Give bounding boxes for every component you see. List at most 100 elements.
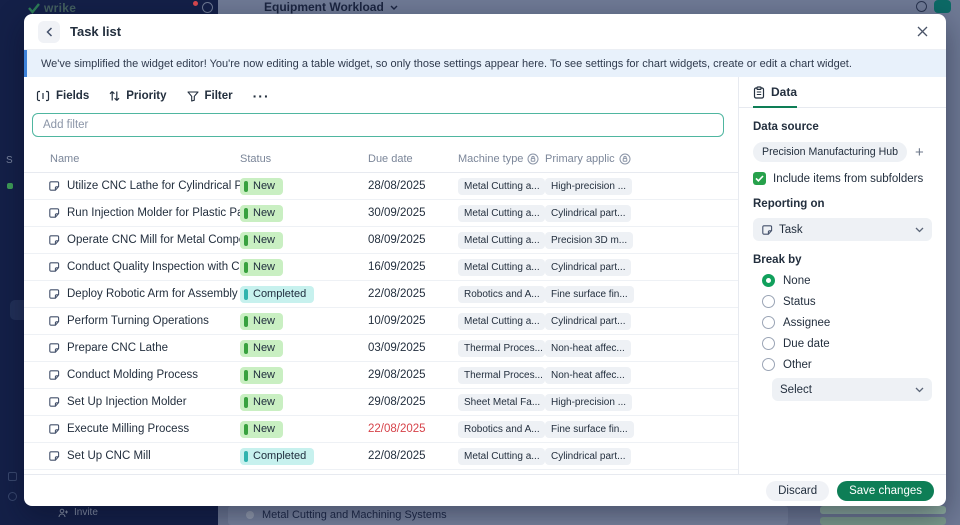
table-row[interactable]: Set Up Injection Molder New 29/08/2025 S…	[24, 389, 738, 416]
table-row[interactable]: Prepare CNC Lathe New 03/09/2025 Thermal…	[24, 335, 738, 362]
break-by-label: Break by	[753, 254, 932, 266]
column-header-name[interactable]: Name	[24, 153, 240, 165]
task-name: Conduct Molding Process	[67, 369, 198, 381]
task-icon	[48, 288, 60, 300]
column-header-primary-application[interactable]: Primary applic	[545, 153, 655, 165]
column-header-status[interactable]: Status	[240, 153, 368, 165]
task-icon	[48, 342, 60, 354]
task-name: Operate CNC Mill for Metal Components	[67, 234, 240, 246]
break-by-option[interactable]: Other	[762, 354, 932, 375]
reporting-on-select[interactable]: Task	[753, 218, 932, 241]
priority-label: Priority	[126, 90, 166, 102]
machine-type-pill: Thermal Proces...	[458, 340, 545, 357]
task-icon	[48, 207, 60, 219]
back-button[interactable]	[38, 21, 60, 43]
break-by-option[interactable]: Assignee	[762, 312, 932, 333]
table-row[interactable]: Utilize CNC Lathe for Cylindrical Parts …	[24, 173, 738, 200]
filter-funnel-icon	[187, 91, 199, 102]
break-by-option[interactable]: Due date	[762, 333, 932, 354]
primary-application-pill: Non-heat affec...	[545, 367, 631, 384]
reporting-on-value: Task	[779, 224, 803, 236]
break-by-list: None Status Assignee Due date Other	[753, 270, 932, 375]
table-body: Utilize CNC Lathe for Cylindrical Parts …	[24, 173, 738, 474]
tab-data-label: Data	[771, 85, 797, 99]
machine-type-pill: Metal Cutting a...	[458, 448, 545, 465]
discard-button[interactable]: Discard	[766, 481, 829, 501]
radio-icon[interactable]	[762, 295, 775, 308]
due-date: 29/08/2025	[368, 369, 458, 381]
table-row[interactable]: Execute Milling Process New 22/08/2025 R…	[24, 416, 738, 443]
checkbox-checked-icon[interactable]	[753, 172, 766, 185]
table-row[interactable]: Conduct Quality Inspection with CMM New …	[24, 254, 738, 281]
radio-icon[interactable]	[762, 274, 775, 287]
invite-button: Invite	[58, 507, 98, 518]
primary-application-pill: Fine surface fin...	[545, 421, 634, 438]
break-by-option-label: Assignee	[783, 317, 830, 329]
status-badge: New	[240, 313, 283, 330]
background-chart-bar	[820, 517, 946, 525]
task-icon	[48, 261, 60, 273]
locked-field-icon	[527, 153, 539, 165]
task-icon	[761, 224, 773, 236]
brand-text: wrike	[44, 1, 76, 15]
task-table: Name Status Due date Machine type Primar…	[24, 145, 738, 474]
machine-type-pill: Metal Cutting a...	[458, 205, 545, 222]
chevron-down-icon	[390, 5, 398, 10]
task-icon	[48, 180, 60, 192]
close-button[interactable]	[912, 22, 932, 42]
table-row[interactable]: Run Injection Molder for Plastic Parts N…	[24, 200, 738, 227]
radio-icon[interactable]	[762, 316, 775, 329]
machine-type-pill: Thermal Proces...	[458, 367, 545, 384]
column-header-machine-type[interactable]: Machine type	[458, 153, 545, 165]
sidebar-icon	[8, 492, 17, 501]
table-row[interactable]: Deploy Robotic Arm for Assembly Complete…	[24, 281, 738, 308]
radio-icon[interactable]	[762, 358, 775, 371]
help-icon	[202, 2, 213, 13]
fields-button[interactable]: Fields	[36, 90, 89, 102]
priority-sort-button[interactable]: Priority	[109, 90, 166, 102]
add-data-source-button[interactable]: +	[915, 145, 924, 160]
due-date: 08/09/2025	[368, 234, 458, 246]
machine-type-pill: Metal Cutting a...	[458, 232, 545, 249]
add-filter-input[interactable]	[32, 113, 724, 137]
data-clipboard-icon	[753, 86, 765, 99]
machine-type-pill: Metal Cutting a...	[458, 178, 545, 195]
table-row[interactable]: Perform Turning Operations New 10/09/202…	[24, 308, 738, 335]
sort-arrows-icon	[109, 90, 120, 102]
invite-person-icon	[58, 508, 69, 518]
machine-type-pill: Robotics and A...	[458, 421, 545, 438]
break-by-option-label: None	[783, 275, 811, 287]
break-by-other-value: Select	[780, 384, 812, 396]
space-icon	[7, 183, 13, 189]
chevron-left-icon	[46, 27, 53, 37]
primary-application-pill: Cylindrical part...	[545, 313, 631, 330]
primary-application-pill: High-precision ...	[545, 394, 632, 411]
task-name: Run Injection Molder for Plastic Parts	[67, 207, 240, 219]
status-badge: New	[240, 394, 283, 411]
data-source-chip[interactable]: Precision Manufacturing Hub	[753, 142, 907, 162]
filter-button[interactable]: Filter	[187, 90, 233, 102]
save-changes-button[interactable]: Save changes	[837, 481, 934, 501]
break-by-option[interactable]: None	[762, 270, 932, 291]
task-name: Conduct Quality Inspection with CMM	[67, 261, 240, 273]
column-header-due-date[interactable]: Due date	[368, 153, 458, 165]
subfolders-checkbox-row[interactable]: Include items from subfolders	[753, 172, 932, 185]
table-row[interactable]: Operate CNC Mill for Metal Components Ne…	[24, 227, 738, 254]
status-badge: New	[240, 259, 283, 276]
break-by-option[interactable]: Status	[762, 291, 932, 312]
more-options-button[interactable]: ···	[253, 88, 270, 104]
radio-icon[interactable]	[762, 337, 775, 350]
status-dot-icon	[246, 511, 254, 519]
table-row[interactable]: Set Up CNC Mill Completed 22/08/2025 Met…	[24, 443, 738, 470]
filter-label: Filter	[205, 90, 233, 102]
subfolders-label: Include items from subfolders	[773, 173, 923, 185]
wrike-check-icon	[28, 3, 40, 14]
table-row[interactable]: Conduct Molding Process New 29/08/2025 T…	[24, 362, 738, 389]
status-badge: Completed	[240, 448, 314, 465]
due-date: 29/08/2025	[368, 396, 458, 408]
tab-data[interactable]: Data	[753, 85, 797, 108]
task-icon	[48, 369, 60, 381]
search-icon	[916, 1, 927, 12]
break-by-other-select[interactable]: Select	[772, 378, 932, 401]
chevron-down-icon	[915, 227, 924, 233]
